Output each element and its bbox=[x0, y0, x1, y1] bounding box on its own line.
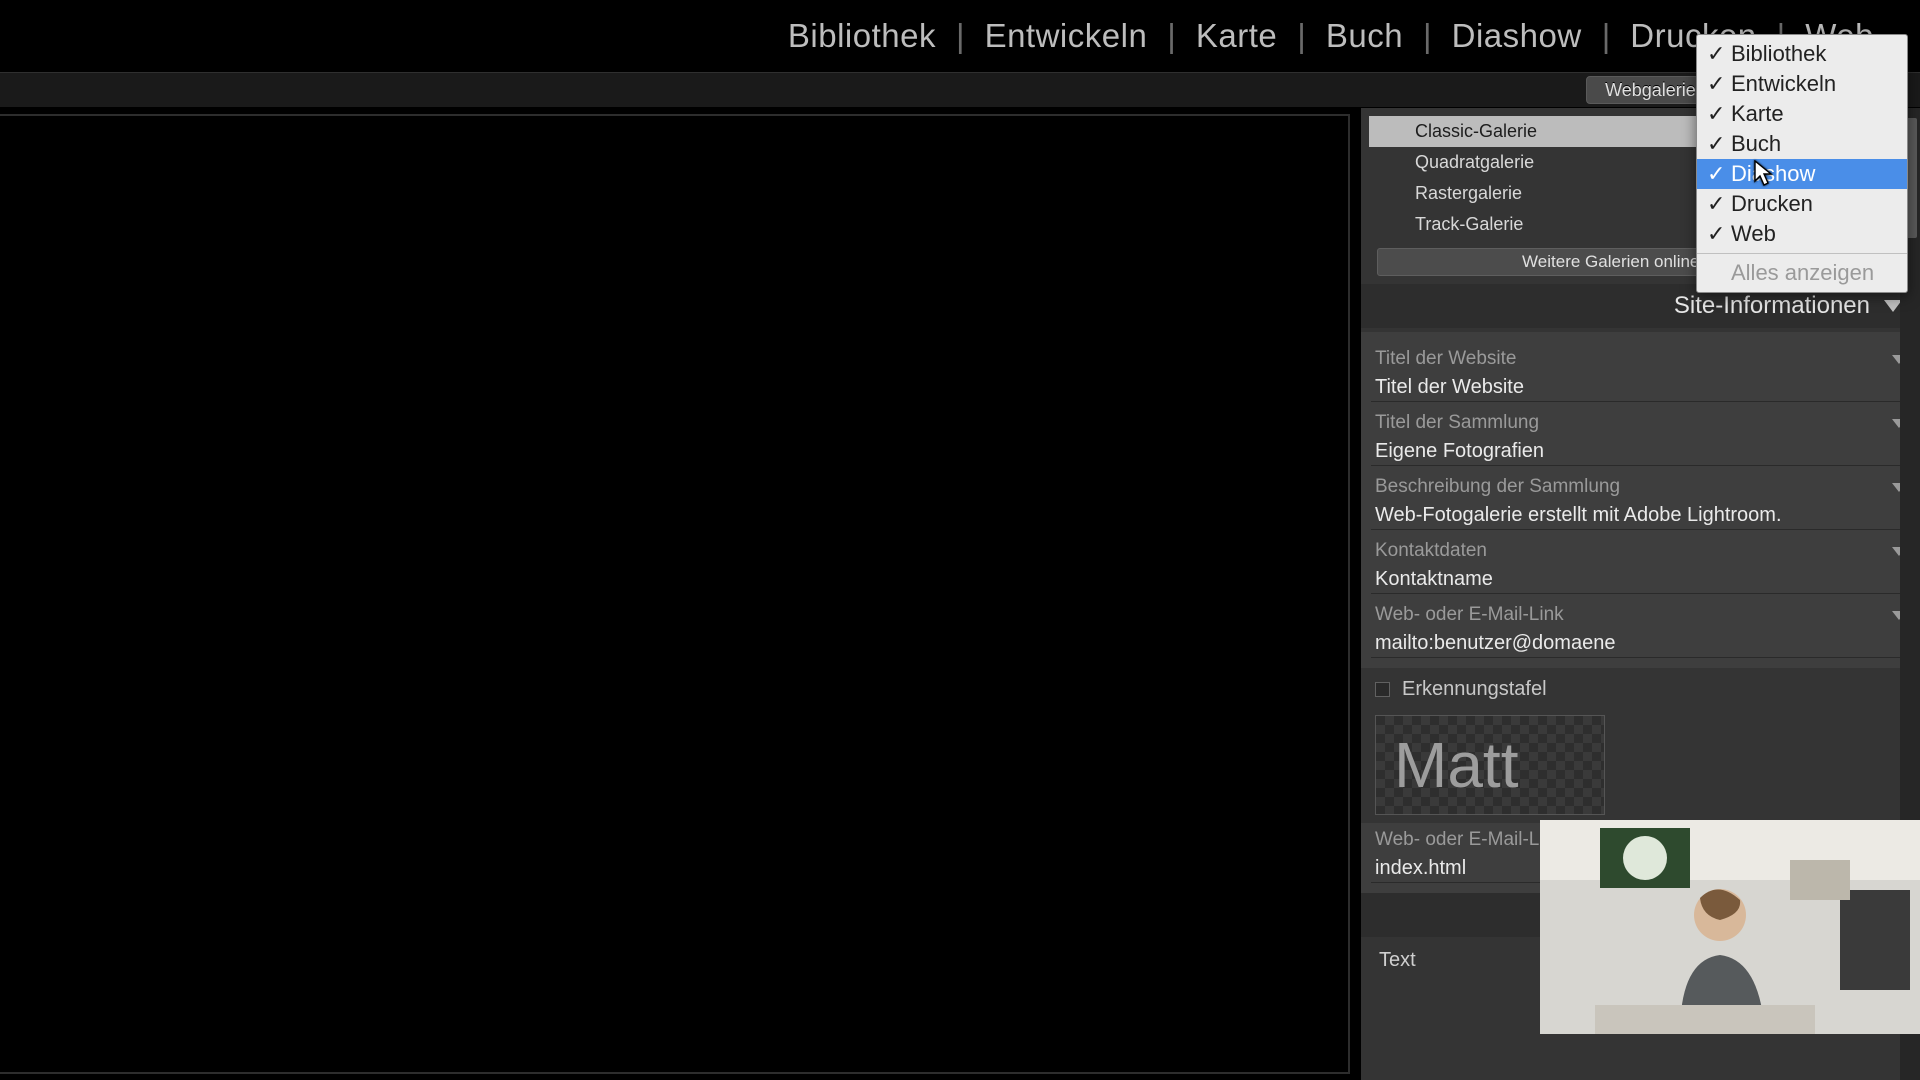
check-icon: ✓ bbox=[1707, 131, 1723, 157]
preview-canvas bbox=[0, 114, 1350, 1074]
collection-desc-label: Beschreibung der Sammlung bbox=[1375, 476, 1620, 498]
module-bibliothek[interactable]: Bibliothek bbox=[782, 17, 942, 55]
contact-label: Kontaktdaten bbox=[1375, 540, 1487, 562]
collection-title-label: Titel der Sammlung bbox=[1375, 412, 1539, 434]
menu-item-web[interactable]: ✓Web bbox=[1697, 219, 1907, 249]
check-icon: ✓ bbox=[1707, 71, 1723, 97]
menu-item-bibliothek[interactable]: ✓Bibliothek bbox=[1697, 39, 1907, 69]
section-site-info-title: Site-Informationen bbox=[1674, 292, 1870, 320]
link-label: Web- oder E-Mail-Link bbox=[1375, 604, 1564, 626]
menu-item-karte[interactable]: ✓Karte bbox=[1697, 99, 1907, 129]
module-entwickeln[interactable]: Entwickeln bbox=[979, 17, 1154, 55]
identity-plate-label: Erkennungstafel bbox=[1402, 678, 1547, 701]
webcam-overlay bbox=[1540, 820, 1920, 1034]
check-icon: ✓ bbox=[1707, 41, 1723, 67]
menu-item-buch[interactable]: ✓Buch bbox=[1697, 129, 1907, 159]
check-icon: ✓ bbox=[1707, 161, 1723, 187]
contact-field[interactable]: Kontaktname bbox=[1371, 566, 1910, 594]
webcam-image bbox=[1540, 820, 1920, 1034]
menu-item-drucken[interactable]: ✓Drucken bbox=[1697, 189, 1907, 219]
id-link-label: Web- oder E-Mail-Link bbox=[1375, 829, 1564, 851]
check-icon: ✓ bbox=[1707, 191, 1723, 217]
check-icon: ✓ bbox=[1707, 101, 1723, 127]
identity-plate-row: Erkennungstafel bbox=[1361, 668, 1920, 701]
menu-item-show-all[interactable]: Alles anzeigen bbox=[1697, 258, 1907, 288]
collection-title-field[interactable]: Eigene Fotografien bbox=[1371, 438, 1910, 466]
check-icon: ✓ bbox=[1707, 221, 1723, 247]
identity-plate-preview[interactable]: Matt bbox=[1375, 715, 1605, 815]
action-strip: Webgalerie erstellen und speichern bbox=[0, 72, 1920, 108]
site-title-field[interactable]: Titel der Website bbox=[1371, 374, 1910, 402]
palette-text-label: Text bbox=[1379, 949, 1416, 972]
module-bar: Bibliothek| Entwickeln| Karte| Buch| Dia… bbox=[0, 0, 1920, 72]
site-info-block: Titel der Website Titel der Website Titel… bbox=[1361, 332, 1920, 668]
module-visibility-menu: ✓Bibliothek ✓Entwickeln ✓Karte ✓Buch ✓Di… bbox=[1696, 34, 1908, 293]
module-buch[interactable]: Buch bbox=[1320, 17, 1409, 55]
menu-item-diashow[interactable]: ✓Diashow bbox=[1697, 159, 1907, 189]
module-diashow[interactable]: Diashow bbox=[1446, 17, 1588, 55]
collection-desc-field[interactable]: Web-Fotogalerie erstellt mit Adobe Light… bbox=[1371, 502, 1910, 530]
module-karte[interactable]: Karte bbox=[1190, 17, 1283, 55]
link-field[interactable]: mailto:benutzer@domaene bbox=[1371, 630, 1910, 658]
menu-divider bbox=[1697, 253, 1907, 254]
site-title-label: Titel der Website bbox=[1375, 348, 1517, 370]
identity-plate-checkbox[interactable] bbox=[1375, 682, 1390, 697]
menu-item-entwickeln[interactable]: ✓Entwickeln bbox=[1697, 69, 1907, 99]
